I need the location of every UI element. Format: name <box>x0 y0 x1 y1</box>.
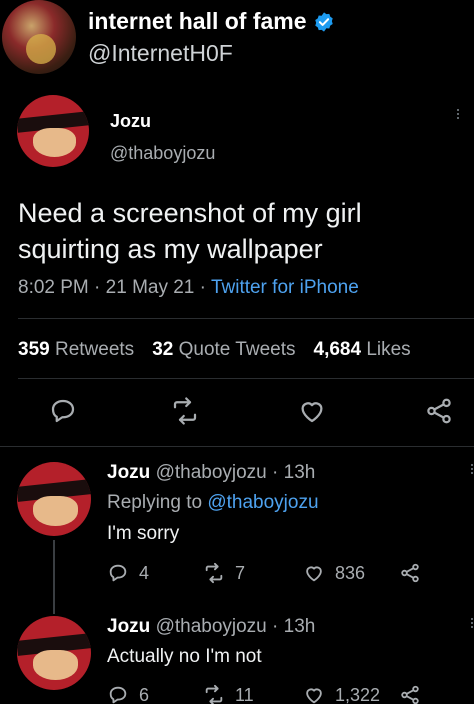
reply-header: Jozu @thaboyjozu · 13h <box>107 616 316 637</box>
like-heart-icon[interactable] <box>297 396 327 426</box>
account-handle[interactable]: @InternetH0F <box>88 40 233 67</box>
retweet-action[interactable]: 11 <box>203 684 254 704</box>
reply-icon <box>109 564 127 582</box>
reply-action[interactable]: 4 <box>107 562 149 584</box>
share-icon[interactable] <box>424 396 454 426</box>
like-action[interactable]: 1,322 <box>303 684 380 704</box>
likes-stat[interactable]: 4,684 Likes <box>314 339 411 361</box>
author-avatar[interactable] <box>17 95 89 167</box>
tweet-time: 8:02 PM <box>18 277 89 298</box>
reply-action-bar: 4 7 836 <box>107 562 467 588</box>
like-action[interactable]: 836 <box>303 562 365 584</box>
share-action[interactable] <box>399 684 421 704</box>
share-icon <box>401 563 419 583</box>
reply-action-bar: 6 11 1,322 <box>107 684 467 704</box>
like-count: 836 <box>335 562 366 583</box>
tweet-action-bar <box>0 396 474 432</box>
account-header: internet hall of fame @InternetH0F <box>0 0 474 88</box>
reply-text: I'm sorry <box>107 523 180 544</box>
divider <box>18 378 474 379</box>
account-name-text: internet hall of fame <box>88 8 307 34</box>
like-count: 1,322 <box>335 684 381 704</box>
tweet-text: Need a screenshot of my girl squirting a… <box>18 198 362 264</box>
retweet-count: 11 <box>235 684 254 704</box>
more-options-icon[interactable]: ··· <box>462 616 474 628</box>
tweet-stats: 359 Retweets 32 Quote Tweets 4,684 Likes <box>18 339 411 361</box>
replying-to-mention[interactable]: @thaboyjozu <box>207 492 318 513</box>
retweet-count: 7 <box>235 562 246 583</box>
reply-age: 13h <box>283 616 316 637</box>
reply-author-name[interactable]: Jozu <box>107 462 150 483</box>
share-action[interactable] <box>399 562 421 584</box>
reply-header: Jozu @thaboyjozu · 13h <box>107 462 316 483</box>
more-options-icon[interactable]: ··· <box>462 462 474 474</box>
reply-count: 4 <box>139 562 150 583</box>
reply-icon[interactable] <box>48 396 78 426</box>
reply-author-handle[interactable]: @thaboyjozu <box>156 462 267 483</box>
divider <box>18 318 474 319</box>
tweet-date: 21 May 21 <box>105 277 195 298</box>
retweet-action[interactable]: 7 <box>203 562 245 584</box>
share-icon <box>401 685 419 704</box>
retweet-icon[interactable] <box>170 396 200 426</box>
retweet-icon <box>205 562 223 584</box>
reply-count: 6 <box>139 684 150 704</box>
account-name[interactable]: internet hall of fame <box>88 8 335 35</box>
reply-author-avatar[interactable] <box>17 462 91 536</box>
retweets-stat[interactable]: 359 Retweets <box>18 339 134 361</box>
author-handle[interactable]: @thaboyjozu <box>110 143 215 164</box>
quote-tweets-stat[interactable]: 32 Quote Tweets <box>152 339 295 361</box>
reply-icon <box>109 686 127 704</box>
reply-text: Actually no I'm not <box>107 646 262 667</box>
reply-age: 13h <box>283 462 316 483</box>
divider <box>0 446 474 447</box>
like-heart-icon <box>306 566 322 582</box>
reply-author-name[interactable]: Jozu <box>107 616 150 637</box>
reply-action[interactable]: 6 <box>107 684 149 704</box>
replying-to: Replying to @thaboyjozu <box>107 492 319 513</box>
reply-author-handle[interactable]: @thaboyjozu <box>156 616 267 637</box>
account-avatar[interactable] <box>2 0 76 74</box>
author-name[interactable]: Jozu <box>110 111 151 132</box>
retweet-icon <box>205 684 223 704</box>
tweet-meta: 8:02 PM · 21 May 21 · Twitter for iPhone <box>18 277 359 298</box>
like-heart-icon <box>306 688 322 704</box>
thread-connector-line <box>53 540 55 614</box>
verified-badge-icon <box>314 11 333 32</box>
reply-author-avatar[interactable] <box>17 616 91 690</box>
more-options-icon[interactable]: ··· <box>448 107 469 119</box>
tweet-source-link[interactable]: Twitter for iPhone <box>211 277 359 298</box>
